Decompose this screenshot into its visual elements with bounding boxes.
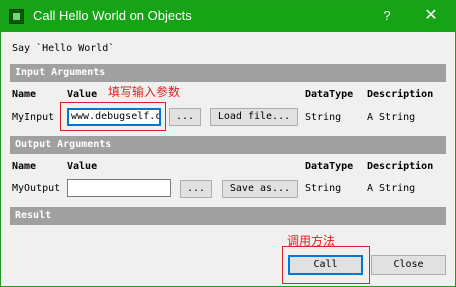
input-col-name: Name xyxy=(12,89,37,100)
input-description: A String xyxy=(367,112,416,123)
input-col-value: Value xyxy=(67,89,98,100)
app-icon xyxy=(9,9,24,24)
input-browse-button[interactable]: ... xyxy=(169,108,201,126)
close-button[interactable]: Close xyxy=(371,255,446,275)
input-annotation-label: 填写输入参数 xyxy=(108,85,181,99)
title-bar[interactable]: Call Hello World on Objects ? ✕ xyxy=(1,1,455,32)
output-browse-button[interactable]: ... xyxy=(180,180,212,198)
call-annotation-label: 调用方法 xyxy=(287,234,336,248)
call-annotation-box xyxy=(282,246,370,284)
input-annotation-box xyxy=(60,102,166,131)
close-window-icon[interactable]: ✕ xyxy=(421,7,441,25)
output-col-datatype: DataType xyxy=(305,161,354,172)
input-arguments-header: Input Arguments xyxy=(10,64,446,82)
output-col-value: Value xyxy=(67,161,98,172)
input-datatype: String xyxy=(305,112,342,123)
output-arguments-header: Output Arguments xyxy=(10,136,446,154)
input-arg-name: MyInput xyxy=(12,112,55,123)
output-value-field[interactable] xyxy=(67,179,171,197)
load-file-button[interactable]: Load file... xyxy=(210,108,298,126)
save-as-button[interactable]: Save as... xyxy=(222,180,298,198)
output-description: A String xyxy=(367,183,416,194)
method-description: Say `Hello World` xyxy=(12,43,115,54)
output-col-name: Name xyxy=(12,161,37,172)
dialog-window: Call Hello World on Objects ? ✕ Say `Hel… xyxy=(0,0,456,287)
input-col-datatype: DataType xyxy=(305,89,354,100)
output-arg-name: MyOutput xyxy=(12,183,61,194)
output-col-description: Description xyxy=(367,161,434,172)
result-header: Result xyxy=(10,207,446,225)
window-title: Call Hello World on Objects xyxy=(33,8,192,23)
input-col-description: Description xyxy=(367,89,434,100)
help-button[interactable]: ? xyxy=(377,7,397,25)
output-datatype: String xyxy=(305,183,342,194)
